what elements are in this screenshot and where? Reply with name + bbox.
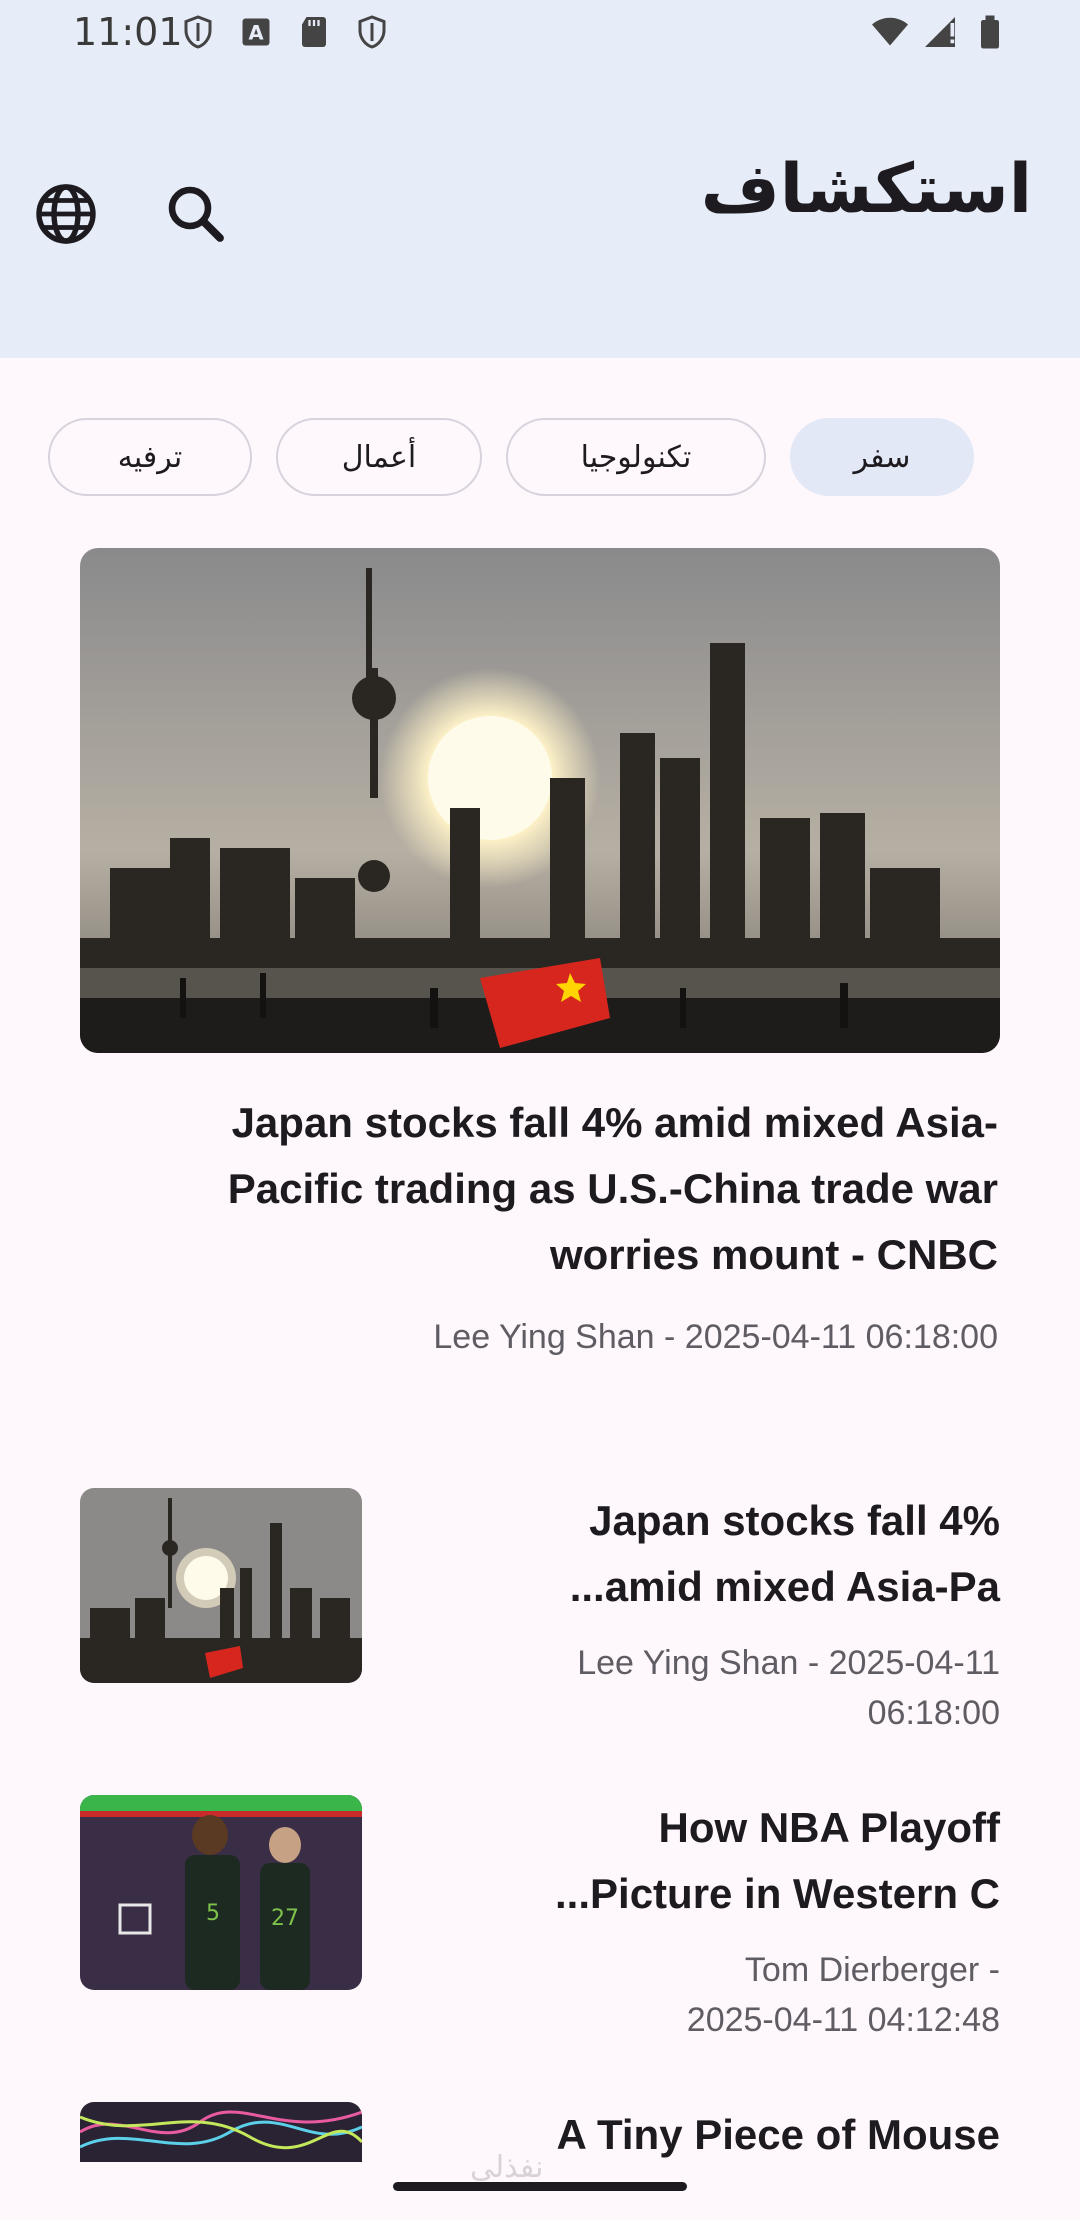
chip-label: تكنولوجيا (580, 439, 692, 475)
city-skyline-image (80, 548, 1000, 1053)
chip-label: سفر (853, 439, 911, 475)
search-icon (168, 186, 224, 242)
article-meta: Tom Dierberger - 2025-04-11 04:12:48 (686, 1951, 1000, 2039)
svg-text:5: 5 (206, 1901, 220, 1926)
chip-travel[interactable]: سفر (790, 418, 974, 496)
article-thumbnail[interactable]: 5 27 (80, 1795, 362, 1990)
chip-business[interactable]: أعمال (276, 418, 482, 496)
app-header: 11:01 A استكشاف (0, 0, 1080, 358)
chip-label: ترفيه (117, 439, 183, 475)
article-title[interactable]: How NBA Playoff ...Picture in Western C (420, 1795, 1000, 1927)
page-title: استكشاف (700, 150, 1032, 229)
chip-entertainment[interactable]: ترفيه (48, 418, 252, 496)
article-meta: Lee Ying Shan - 2025-04-11 06:18:00 (577, 1644, 1000, 1732)
hero-image[interactable] (80, 548, 1000, 1053)
sd-card-icon (302, 17, 326, 47)
city-skyline-image (80, 1488, 362, 1683)
shield-icon (184, 15, 212, 49)
shield-icon (358, 15, 386, 49)
chip-technology[interactable]: تكنولوجيا (506, 418, 766, 496)
chip-label: أعمال (341, 439, 417, 475)
globe-icon (36, 184, 96, 244)
svg-text:27: 27 (271, 1906, 299, 1931)
language-button[interactable] (30, 178, 102, 250)
battery-icon (981, 15, 999, 49)
home-indicator[interactable] (393, 2182, 687, 2191)
list-item[interactable]: Japan stocks fall 4% ...amid mixed Asia-… (80, 1488, 1000, 1738)
category-chips: سفر تكنولوجيا أعمال ترفيه (0, 418, 1080, 498)
search-button[interactable] (160, 178, 232, 250)
wifi-icon (872, 17, 908, 46)
basketball-players-image: 5 27 (80, 1795, 362, 1990)
svg-text:A: A (248, 22, 263, 45)
watermark: نفذلي (470, 2150, 544, 2185)
hero-meta: Lee Ying Shan - 2025-04-11 06:18:00 (433, 1318, 998, 1356)
status-right-icons (872, 14, 1008, 50)
neurons-image (80, 2102, 362, 2162)
status-bar: 11:01 A (0, 0, 1080, 70)
status-time: 11:01 (73, 10, 183, 54)
article-thumbnail[interactable] (80, 1488, 362, 1683)
article-title[interactable]: Japan stocks fall 4% ...amid mixed Asia-… (420, 1488, 1000, 1620)
signal-icon (925, 17, 955, 47)
list-item[interactable]: 5 27 How NBA Playoff ...Picture in Weste… (80, 1795, 1000, 2045)
article-thumbnail[interactable] (80, 2102, 362, 2162)
a-badge-icon: A (242, 18, 270, 46)
hero-title[interactable]: Japan stocks fall 4% amid mixed Asia-Pac… (110, 1090, 998, 1288)
status-left-icons: A (180, 14, 390, 50)
